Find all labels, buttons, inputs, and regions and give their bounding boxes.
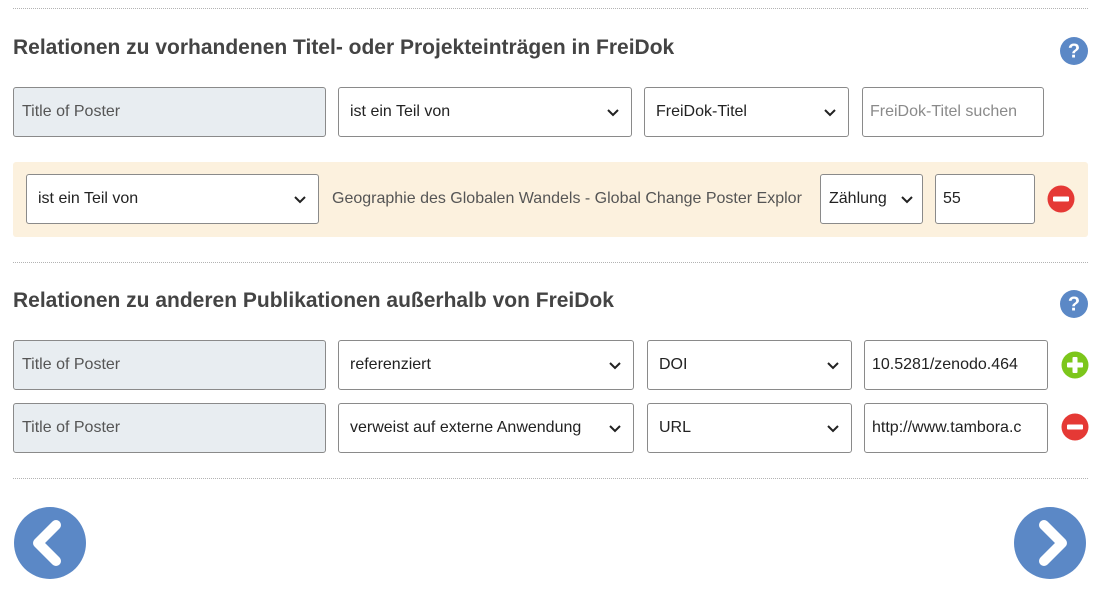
chevron-down-icon bbox=[824, 109, 836, 117]
freidok-search-placeholder: FreiDok-Titel suchen bbox=[870, 103, 1018, 120]
title-field: Title of Poster bbox=[13, 87, 326, 137]
count-type-select[interactable]: Zählung bbox=[820, 174, 923, 224]
chevron-down-icon bbox=[294, 196, 306, 204]
target-type-select-value: FreiDok-Titel bbox=[656, 103, 747, 120]
identifier-input[interactable]: 10.5281/zenodo.464 bbox=[864, 340, 1048, 390]
identifier-input-value: 10.5281/zenodo.464 bbox=[872, 356, 1018, 373]
title-field-value: Title of Poster bbox=[22, 419, 121, 436]
chevron-down-icon bbox=[607, 109, 619, 117]
count-input-value: 55 bbox=[943, 190, 961, 207]
svg-text:?: ? bbox=[1068, 41, 1080, 63]
question-circle-icon[interactable]: ? bbox=[1059, 36, 1089, 66]
divider-bottom bbox=[13, 478, 1088, 479]
minus-circle-icon[interactable] bbox=[1047, 185, 1075, 213]
existing-relation-select-value: ist ein Teil von bbox=[38, 190, 139, 207]
chevron-down-icon bbox=[827, 362, 839, 370]
divider-middle bbox=[13, 262, 1088, 263]
external-relation-select[interactable]: verweist auf externe Anwendung bbox=[338, 403, 634, 453]
count-type-select-value: Zählung bbox=[829, 190, 887, 207]
identifier-input-value: http://www.tambora.c bbox=[872, 419, 1022, 436]
title-field: Title of Poster bbox=[13, 340, 326, 390]
identifier-type-select[interactable]: URL bbox=[647, 403, 852, 453]
related-title-text: Geographie des Globalen Wandels - Global… bbox=[332, 190, 802, 207]
identifier-type-select-value: DOI bbox=[659, 356, 688, 373]
minus-circle-icon[interactable] bbox=[1061, 413, 1089, 441]
title-field: Title of Poster bbox=[13, 403, 326, 453]
chevron-down-icon bbox=[827, 425, 839, 433]
chevron-down-icon bbox=[609, 362, 621, 370]
target-type-select[interactable]: FreiDok-Titel bbox=[644, 87, 849, 137]
chevron-right-circle-icon[interactable] bbox=[1014, 507, 1086, 579]
relation-select-value: ist ein Teil von bbox=[350, 103, 451, 120]
external-relation-select[interactable]: referenziert bbox=[338, 340, 634, 390]
identifier-input[interactable]: http://www.tambora.c bbox=[864, 403, 1048, 453]
title-field-value: Title of Poster bbox=[22, 356, 121, 373]
title-field-value: Title of Poster bbox=[22, 103, 121, 120]
external-relation-select-value: referenziert bbox=[350, 356, 431, 373]
count-input[interactable]: 55 bbox=[935, 174, 1035, 224]
freidok-search-input[interactable]: FreiDok-Titel suchen bbox=[862, 87, 1044, 137]
relation-select[interactable]: ist ein Teil von bbox=[338, 87, 632, 137]
chevron-down-icon bbox=[609, 425, 621, 433]
section-title-external-relations: Relationen zu anderen Publikationen auße… bbox=[13, 289, 614, 312]
identifier-type-select[interactable]: DOI bbox=[647, 340, 852, 390]
chevron-down-icon bbox=[901, 196, 913, 204]
existing-relation-select[interactable]: ist ein Teil von bbox=[26, 174, 319, 224]
identifier-type-select-value: URL bbox=[659, 419, 692, 436]
external-relation-select-value: verweist auf externe Anwendung bbox=[350, 419, 582, 436]
section-title-internal-relations: Relationen zu vorhandenen Titel- oder Pr… bbox=[13, 36, 675, 59]
plus-circle-icon[interactable] bbox=[1061, 351, 1089, 379]
divider-top bbox=[13, 8, 1088, 9]
question-circle-icon[interactable]: ? bbox=[1059, 289, 1089, 319]
chevron-left-circle-icon[interactable] bbox=[14, 507, 86, 579]
svg-text:?: ? bbox=[1068, 294, 1080, 316]
